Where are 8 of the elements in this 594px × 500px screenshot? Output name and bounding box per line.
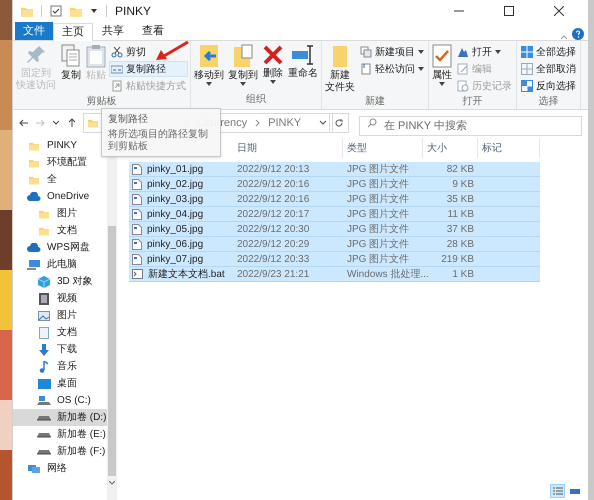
group-label: 打开 <box>462 94 482 109</box>
window-title: PINKY <box>115 3 152 20</box>
group-label: 剪贴板 <box>86 94 116 109</box>
group-label: 组织 <box>246 93 266 107</box>
tooltip-text: 将所选项目的路径复制到剪贴板 <box>108 129 209 153</box>
group-label: 新建 <box>365 94 385 109</box>
group-label: 选择 <box>538 94 558 109</box>
tooltip-title: 复制路径 <box>108 112 148 127</box>
